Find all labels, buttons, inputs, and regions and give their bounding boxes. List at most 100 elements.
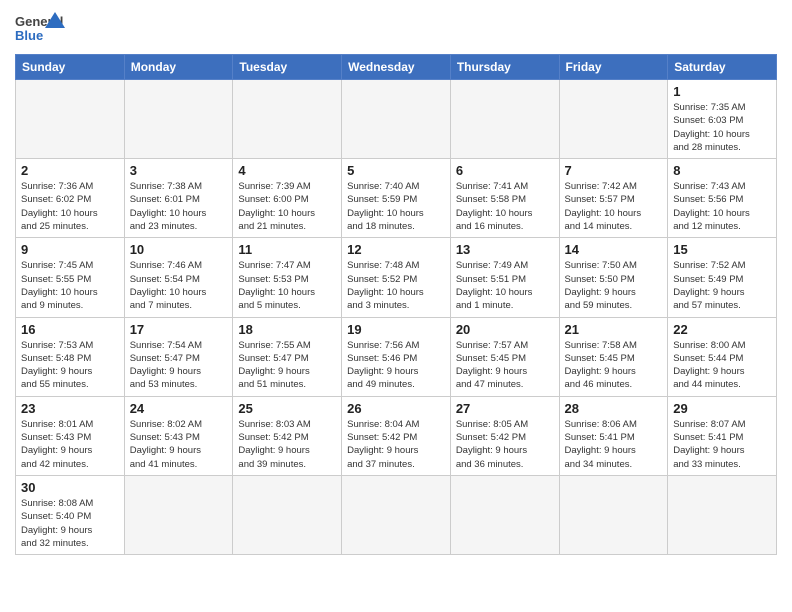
day-number: 21	[565, 322, 663, 337]
weekday-wednesday: Wednesday	[342, 55, 451, 80]
day-cell: 2 Sunrise: 7:36 AM Sunset: 6:02 PM Daylig…	[16, 159, 125, 238]
day-number: 8	[673, 163, 771, 178]
day-cell	[668, 475, 777, 554]
day-info: Sunrise: 7:50 AM Sunset: 5:50 PM Dayligh…	[565, 259, 663, 312]
day-cell	[124, 475, 233, 554]
day-cell: 16Sunrise: 7:53 AM Sunset: 5:48 PM Dayli…	[16, 317, 125, 396]
day-info: Sunrise: 8:06 AM Sunset: 5:41 PM Dayligh…	[565, 418, 663, 471]
day-number: 23	[21, 401, 119, 416]
day-cell: 22 Sunrise: 8:00 AM Sunset: 5:44 PM Dayli…	[668, 317, 777, 396]
day-cell: 11 Sunrise: 7:47 AM Sunset: 5:53 PM Dayli…	[233, 238, 342, 317]
day-cell	[559, 80, 668, 159]
day-number: 19	[347, 322, 445, 337]
day-number: 27	[456, 401, 554, 416]
day-cell	[124, 80, 233, 159]
day-info: Sunrise: 8:07 AM Sunset: 5:41 PM Dayligh…	[673, 418, 771, 471]
day-number: 25	[238, 401, 336, 416]
day-cell	[450, 80, 559, 159]
day-info: Sunrise: 8:01 AM Sunset: 5:43 PM Dayligh…	[21, 418, 119, 471]
day-cell: 14 Sunrise: 7:50 AM Sunset: 5:50 PM Dayli…	[559, 238, 668, 317]
week-row-0: 1 Sunrise: 7:35 AM Sunset: 6:03 PM Daylig…	[16, 80, 777, 159]
weekday-sunday: Sunday	[16, 55, 125, 80]
day-number: 10	[130, 242, 228, 257]
day-cell: 19 Sunrise: 7:56 AM Sunset: 5:46 PM Dayli…	[342, 317, 451, 396]
day-cell: 28 Sunrise: 8:06 AM Sunset: 5:41 PM Dayli…	[559, 396, 668, 475]
weekday-friday: Friday	[559, 55, 668, 80]
day-number: 28	[565, 401, 663, 416]
header: General Blue	[15, 10, 777, 48]
day-cell: 24Sunrise: 8:02 AM Sunset: 5:43 PM Dayli…	[124, 396, 233, 475]
day-cell: 8 Sunrise: 7:43 AM Sunset: 5:56 PM Daylig…	[668, 159, 777, 238]
svg-text:Blue: Blue	[15, 28, 43, 43]
day-number: 4	[238, 163, 336, 178]
day-info: Sunrise: 7:36 AM Sunset: 6:02 PM Dayligh…	[21, 180, 119, 233]
day-number: 5	[347, 163, 445, 178]
day-info: Sunrise: 8:00 AM Sunset: 5:44 PM Dayligh…	[673, 339, 771, 392]
day-number: 22	[673, 322, 771, 337]
day-number: 12	[347, 242, 445, 257]
day-info: Sunrise: 7:46 AM Sunset: 5:54 PM Dayligh…	[130, 259, 228, 312]
day-cell	[233, 80, 342, 159]
day-cell: 10 Sunrise: 7:46 AM Sunset: 5:54 PM Dayli…	[124, 238, 233, 317]
day-cell: 4 Sunrise: 7:39 AM Sunset: 6:00 PM Daylig…	[233, 159, 342, 238]
weekday-thursday: Thursday	[450, 55, 559, 80]
day-cell: 1 Sunrise: 7:35 AM Sunset: 6:03 PM Daylig…	[668, 80, 777, 159]
day-info: Sunrise: 7:40 AM Sunset: 5:59 PM Dayligh…	[347, 180, 445, 233]
day-info: Sunrise: 7:42 AM Sunset: 5:57 PM Dayligh…	[565, 180, 663, 233]
day-number: 15	[673, 242, 771, 257]
week-row-3: 16Sunrise: 7:53 AM Sunset: 5:48 PM Dayli…	[16, 317, 777, 396]
day-info: Sunrise: 7:47 AM Sunset: 5:53 PM Dayligh…	[238, 259, 336, 312]
day-cell: 25 Sunrise: 8:03 AM Sunset: 5:42 PM Dayli…	[233, 396, 342, 475]
day-cell: 9 Sunrise: 7:45 AM Sunset: 5:55 PM Daylig…	[16, 238, 125, 317]
day-info: Sunrise: 8:05 AM Sunset: 5:42 PM Dayligh…	[456, 418, 554, 471]
day-number: 6	[456, 163, 554, 178]
day-number: 14	[565, 242, 663, 257]
day-number: 2	[21, 163, 119, 178]
day-info: Sunrise: 7:55 AM Sunset: 5:47 PM Dayligh…	[238, 339, 336, 392]
day-cell: 20Sunrise: 7:57 AM Sunset: 5:45 PM Dayli…	[450, 317, 559, 396]
day-info: Sunrise: 7:54 AM Sunset: 5:47 PM Dayligh…	[130, 339, 228, 392]
day-info: Sunrise: 7:48 AM Sunset: 5:52 PM Dayligh…	[347, 259, 445, 312]
weekday-saturday: Saturday	[668, 55, 777, 80]
day-cell: 13 Sunrise: 7:49 AM Sunset: 5:51 PM Dayli…	[450, 238, 559, 317]
day-number: 29	[673, 401, 771, 416]
day-info: Sunrise: 7:43 AM Sunset: 5:56 PM Dayligh…	[673, 180, 771, 233]
week-row-5: 30Sunrise: 8:08 AM Sunset: 5:40 PM Dayli…	[16, 475, 777, 554]
day-cell: 18 Sunrise: 7:55 AM Sunset: 5:47 PM Dayli…	[233, 317, 342, 396]
day-cell: 29 Sunrise: 8:07 AM Sunset: 5:41 PM Dayli…	[668, 396, 777, 475]
calendar: SundayMondayTuesdayWednesdayThursdayFrid…	[15, 54, 777, 555]
day-cell	[233, 475, 342, 554]
day-cell: 15 Sunrise: 7:52 AM Sunset: 5:49 PM Dayli…	[668, 238, 777, 317]
day-number: 7	[565, 163, 663, 178]
day-number: 24	[130, 401, 228, 416]
day-cell	[342, 475, 451, 554]
day-cell: 12 Sunrise: 7:48 AM Sunset: 5:52 PM Dayli…	[342, 238, 451, 317]
day-cell: 17Sunrise: 7:54 AM Sunset: 5:47 PM Dayli…	[124, 317, 233, 396]
day-info: Sunrise: 7:45 AM Sunset: 5:55 PM Dayligh…	[21, 259, 119, 312]
day-cell	[16, 80, 125, 159]
day-info: Sunrise: 7:58 AM Sunset: 5:45 PM Dayligh…	[565, 339, 663, 392]
day-cell: 6Sunrise: 7:41 AM Sunset: 5:58 PM Daylig…	[450, 159, 559, 238]
day-info: Sunrise: 8:03 AM Sunset: 5:42 PM Dayligh…	[238, 418, 336, 471]
logo-svg: General Blue	[15, 10, 65, 48]
day-cell: 7 Sunrise: 7:42 AM Sunset: 5:57 PM Daylig…	[559, 159, 668, 238]
day-number: 11	[238, 242, 336, 257]
day-number: 9	[21, 242, 119, 257]
day-number: 20	[456, 322, 554, 337]
day-cell: 27 Sunrise: 8:05 AM Sunset: 5:42 PM Dayli…	[450, 396, 559, 475]
day-info: Sunrise: 7:49 AM Sunset: 5:51 PM Dayligh…	[456, 259, 554, 312]
week-row-1: 2 Sunrise: 7:36 AM Sunset: 6:02 PM Daylig…	[16, 159, 777, 238]
day-number: 1	[673, 84, 771, 99]
day-info: Sunrise: 8:08 AM Sunset: 5:40 PM Dayligh…	[21, 497, 119, 550]
day-info: Sunrise: 7:56 AM Sunset: 5:46 PM Dayligh…	[347, 339, 445, 392]
day-info: Sunrise: 8:04 AM Sunset: 5:42 PM Dayligh…	[347, 418, 445, 471]
day-cell: 21 Sunrise: 7:58 AM Sunset: 5:45 PM Dayli…	[559, 317, 668, 396]
weekday-header-row: SundayMondayTuesdayWednesdayThursdayFrid…	[16, 55, 777, 80]
day-info: Sunrise: 7:35 AM Sunset: 6:03 PM Dayligh…	[673, 101, 771, 154]
day-cell	[559, 475, 668, 554]
day-number: 13	[456, 242, 554, 257]
day-info: Sunrise: 7:52 AM Sunset: 5:49 PM Dayligh…	[673, 259, 771, 312]
day-info: Sunrise: 7:39 AM Sunset: 6:00 PM Dayligh…	[238, 180, 336, 233]
day-number: 18	[238, 322, 336, 337]
week-row-2: 9 Sunrise: 7:45 AM Sunset: 5:55 PM Daylig…	[16, 238, 777, 317]
